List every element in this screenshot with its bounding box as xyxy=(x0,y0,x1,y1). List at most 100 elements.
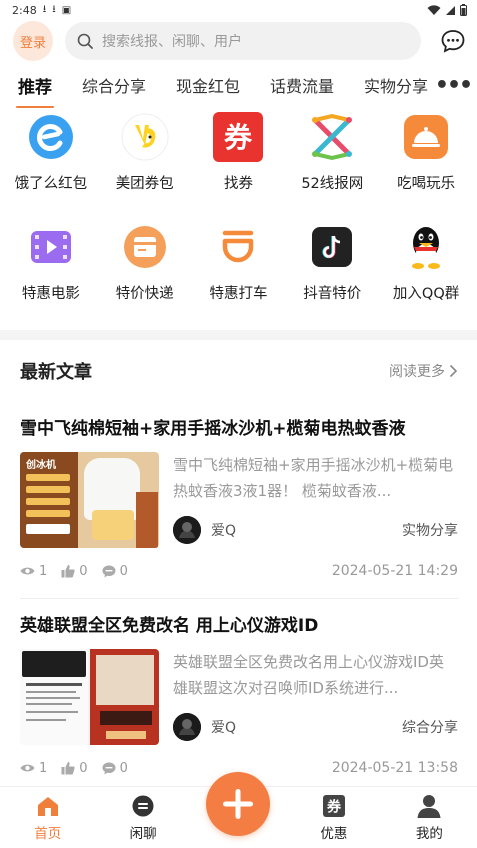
like-count-value: 0 xyxy=(79,563,88,579)
read-more-label: 阅读更多 xyxy=(389,364,445,380)
like-count[interactable]: 0 xyxy=(61,563,88,579)
article-category[interactable]: 实物分享 xyxy=(402,520,458,540)
publish-button[interactable] xyxy=(206,772,270,836)
didi-icon xyxy=(213,222,263,272)
view-count-value: 1 xyxy=(39,563,48,579)
film-icon xyxy=(26,222,76,272)
nav-label: 我的 xyxy=(415,826,443,842)
douyin-icon xyxy=(307,222,357,272)
chat-icon xyxy=(130,793,156,819)
articles-header: 最新文章 阅读更多 xyxy=(0,340,477,402)
status-bar: 2:48 ⭳ ⭳ ▣ xyxy=(0,0,477,20)
meituan-icon xyxy=(120,112,170,162)
article-title[interactable]: 英雄联盟全区免费改名 用上心仪游戏ID xyxy=(20,611,458,641)
tab-phone-data[interactable]: 话费流量 xyxy=(270,62,334,108)
chevron-right-icon xyxy=(449,364,458,378)
quick-link-label: 吃喝玩乐 xyxy=(397,176,456,192)
quick-link-label: 抖音特价 xyxy=(303,286,362,302)
thumbnail-caption: 创冰机 xyxy=(26,460,56,471)
tab-recommended[interactable]: 推荐 xyxy=(16,62,54,108)
coupon-icon: 券 xyxy=(213,112,264,162)
wifi-icon xyxy=(427,4,441,15)
eye-icon xyxy=(20,764,35,772)
profile-icon xyxy=(416,793,442,819)
more-tabs-icon[interactable]: ••• xyxy=(429,62,477,108)
thumbs-up-icon xyxy=(61,762,75,775)
quick-link-eleme[interactable]: 饿了么红包 xyxy=(4,108,98,218)
article-thumbnail[interactable]: 创冰机 xyxy=(20,452,159,548)
thumbs-up-icon xyxy=(61,565,75,578)
nav-home[interactable]: 首页 xyxy=(0,793,95,842)
nav-profile[interactable]: 我的 xyxy=(382,793,477,842)
quick-link-didi[interactable]: 特惠打车 xyxy=(192,218,286,328)
eleme-icon xyxy=(26,112,76,162)
comment-count[interactable]: 0 xyxy=(102,761,128,776)
svg-text:券: 券 xyxy=(327,799,342,816)
food-icon xyxy=(401,112,451,162)
quick-link-find-coupon[interactable]: 券 找券 xyxy=(192,108,286,218)
home-icon xyxy=(35,793,61,819)
download-icon: ⭳ xyxy=(52,3,56,15)
eye-icon xyxy=(20,567,35,575)
tab-physical-share[interactable]: 实物分享 xyxy=(364,62,428,108)
quick-link-52xianbao[interactable]: 52线报网 xyxy=(285,108,379,218)
quick-link-food-fun[interactable]: 吃喝玩乐 xyxy=(379,108,473,218)
view-count: 1 xyxy=(20,761,47,776)
article-date: 2024-05-21 14:29 xyxy=(331,563,458,579)
login-button[interactable]: 登录 xyxy=(13,21,53,61)
quick-link-label: 特价快递 xyxy=(115,286,174,302)
quick-link-label: 特惠电影 xyxy=(21,286,80,302)
search-input[interactable]: 搜索线报、闲聊、用户 xyxy=(65,22,421,60)
tab-general-share[interactable]: 综合分享 xyxy=(82,62,146,108)
article-excerpt: 雪中飞纯棉短袖+家用手摇冰沙机+榄菊电热蚊香液3液1器！ 榄菊蚊香液... xyxy=(173,456,454,500)
quick-link-label: 52线报网 xyxy=(301,176,364,192)
quick-link-meituan[interactable]: 美团券包 xyxy=(98,108,192,218)
nav-label: 首页 xyxy=(34,826,62,842)
article-category[interactable]: 综合分享 xyxy=(402,717,458,737)
avatar xyxy=(173,516,201,544)
battery-icon xyxy=(460,4,467,16)
article-item[interactable]: 雪中飞纯棉短袖+家用手摇冰沙机+榄菊电热蚊香液 创冰机 雪中飞纯棉短袖+家用手摇… xyxy=(0,414,477,599)
quick-link-label: 美团券包 xyxy=(115,176,174,192)
like-count-value: 0 xyxy=(79,760,88,776)
header: 登录 搜索线报、闲聊、用户 xyxy=(0,20,477,62)
article-title[interactable]: 雪中飞纯棉短袖+家用手摇冰沙机+榄菊电热蚊香液 xyxy=(20,414,458,444)
quick-link-label: 加入QQ群 xyxy=(392,286,460,302)
read-more-link[interactable]: 阅读更多 xyxy=(389,361,458,381)
nav-chat[interactable]: 闲聊 xyxy=(95,793,190,842)
quick-link-film[interactable]: 特惠电影 xyxy=(4,218,98,328)
view-count: 1 xyxy=(20,564,47,579)
coupon-tag-icon: 券 xyxy=(321,793,347,819)
quick-link-parcel[interactable]: 特价快递 xyxy=(98,218,192,328)
quick-link-label: 饿了么红包 xyxy=(14,176,88,192)
nav-deals[interactable]: 券 优惠 xyxy=(286,793,381,842)
section-title: 最新文章 xyxy=(20,362,92,383)
qq-icon xyxy=(401,222,451,272)
view-count-value: 1 xyxy=(39,760,48,776)
search-placeholder: 搜索线报、闲聊、用户 xyxy=(102,34,242,50)
status-time: 2:48 xyxy=(12,3,37,17)
article-thumbnail[interactable] xyxy=(20,649,159,745)
quick-link-qq-group[interactable]: 加入QQ群 xyxy=(379,218,473,328)
comment-icon xyxy=(102,762,116,774)
article-author[interactable]: 爱Q xyxy=(173,516,236,544)
plus-icon xyxy=(223,789,253,819)
quick-link-label: 特惠打车 xyxy=(209,286,268,302)
divider xyxy=(20,598,458,599)
svg-text:券: 券 xyxy=(224,121,253,154)
article-author[interactable]: 爱Q xyxy=(173,713,236,741)
like-count[interactable]: 0 xyxy=(61,760,88,776)
avatar xyxy=(173,713,201,741)
comment-count-value: 0 xyxy=(119,760,128,776)
article-item[interactable]: 英雄联盟全区免费改名 用上心仪游戏ID 英雄联盟全区免费改名用上心仪游戏ID英雄… xyxy=(0,611,477,779)
nav-label: 优惠 xyxy=(320,826,348,842)
comment-count-value: 0 xyxy=(119,563,128,579)
search-icon xyxy=(77,33,93,49)
tab-cash-redpacket[interactable]: 现金红包 xyxy=(176,62,240,108)
comment-icon xyxy=(102,565,116,577)
message-icon[interactable] xyxy=(439,27,467,55)
comment-count[interactable]: 0 xyxy=(102,564,128,579)
quick-link-douyin[interactable]: 抖音特价 xyxy=(285,218,379,328)
notification-icon: ▣ xyxy=(61,4,72,16)
article-date: 2024-05-21 13:58 xyxy=(331,760,458,776)
